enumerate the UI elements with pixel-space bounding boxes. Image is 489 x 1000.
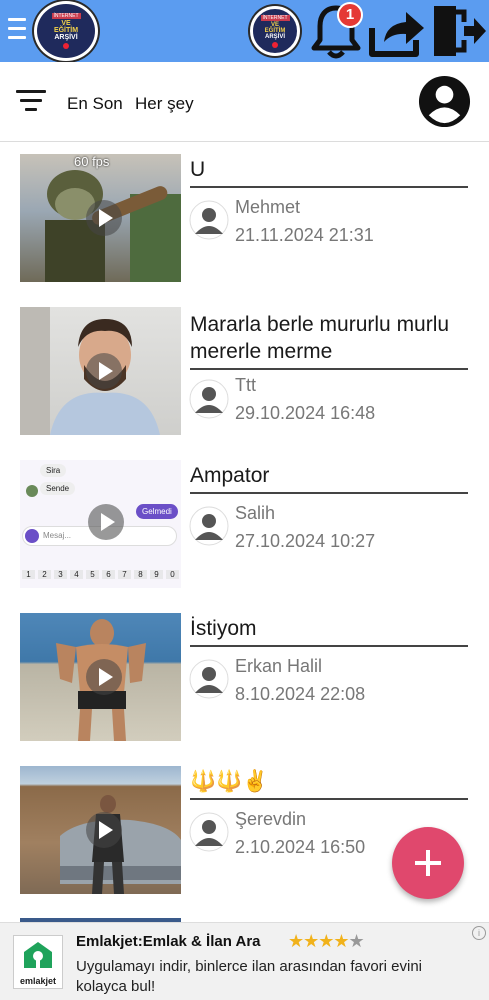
chat-input-placeholder: Mesaj... — [43, 531, 72, 540]
play-icon[interactable] — [86, 812, 122, 848]
top-app-bar: İNTERNET VE EĞİTİM ARŞİVİ İNTERNET VE EĞ… — [0, 0, 489, 62]
post-title[interactable]: Mararla berle mururlu murlu mererle merm… — [190, 311, 468, 370]
post-title[interactable]: 🔱🔱✌️ — [190, 768, 468, 800]
play-icon[interactable] — [86, 200, 122, 236]
ad-banner[interactable]: emlakjet Emlakjet:Emlak & İlan Ara ★★★★★… — [0, 922, 489, 1000]
chat-bubble: Sira — [40, 464, 67, 477]
exit-icon[interactable] — [430, 2, 488, 60]
ad-title[interactable]: Emlakjet:Emlak & İlan Ara — [76, 933, 261, 950]
ad-info-icon[interactable]: i — [472, 926, 486, 940]
post-item[interactable]: İstiyom Erkan Halil 8.10.2024 22:08 — [0, 601, 489, 741]
logo-text: ARŞİVİ — [264, 33, 285, 40]
post-title[interactable]: İstiyom — [190, 615, 468, 647]
add-post-button[interactable] — [392, 827, 464, 899]
key: 7 — [118, 570, 131, 579]
avatar-icon — [189, 506, 229, 546]
post-date: 29.10.2024 16:48 — [235, 403, 376, 423]
key: 1 — [22, 570, 35, 579]
logo-text: VE — [61, 20, 71, 27]
video-thumbnail[interactable] — [20, 766, 181, 894]
key: 5 — [86, 570, 99, 579]
ad-logo-text: emlakjet — [19, 976, 57, 986]
profile-icon[interactable] — [417, 74, 472, 129]
post-date: 27.10.2024 10:27 — [235, 531, 376, 551]
post-author: Şerevdin — [235, 809, 307, 829]
post-item[interactable]: 60 fps U Mehmet 21.11.2024 21:31 — [0, 142, 489, 282]
post-title[interactable]: Ampator — [190, 462, 468, 494]
sort-selector[interactable]: En Son — [67, 94, 123, 114]
post-author: Mehmet — [235, 197, 301, 217]
camera-icon — [25, 529, 39, 543]
post-title[interactable]: U — [190, 156, 468, 188]
video-thumbnail[interactable] — [20, 613, 181, 741]
key: 4 — [70, 570, 83, 579]
post-date: 8.10.2024 22:08 — [235, 684, 366, 704]
channel-logo-button[interactable]: İNTERNET VE EĞİTİM ARŞİVİ — [250, 6, 300, 56]
post-item[interactable]: Mararla berle mururlu murlu mererle merm… — [0, 295, 489, 435]
ad-description: Uygulamayı indir, binlerce ilan arasında… — [76, 958, 423, 995]
app-logo[interactable]: İNTERNET VE EĞİTİM ARŞİVİ — [34, 1, 98, 61]
key: 8 — [134, 570, 147, 579]
filter-icon[interactable] — [16, 90, 46, 112]
logo-dot — [272, 41, 278, 48]
key: 9 — [150, 570, 163, 579]
share-icon[interactable] — [366, 2, 428, 60]
post-date: 21.11.2024 21:31 — [235, 225, 374, 245]
avatar-icon — [189, 659, 229, 699]
avatar-icon — [189, 200, 229, 240]
notification-badge: 1 — [337, 2, 363, 28]
logo-dot — [63, 43, 69, 49]
fps-overlay: 60 fps — [74, 154, 110, 169]
key: 0 — [166, 570, 179, 579]
play-icon[interactable] — [86, 659, 122, 695]
post-date: 2.10.2024 16:50 — [235, 837, 366, 857]
post-item[interactable]: Sira Sende Gelmedi Mesaj... 1 2 3 4 5 6 … — [0, 448, 489, 588]
house-icon — [24, 942, 52, 968]
post-author: Erkan Halil — [235, 656, 323, 676]
logo-text: İNTERNET — [260, 14, 290, 21]
ad-app-logo[interactable]: emlakjet — [13, 935, 63, 989]
filter-bar: En Son Her şey — [0, 62, 489, 142]
video-thumbnail[interactable]: 60 fps — [20, 154, 181, 282]
chat-bubble: Sende — [40, 482, 76, 495]
post-author: Ttt — [235, 375, 256, 395]
key: 6 — [102, 570, 115, 579]
logo-text: İNTERNET — [51, 13, 81, 19]
scope-selector[interactable]: Her şey — [135, 94, 194, 114]
ad-rating-stars: ★★★★★ — [288, 931, 365, 951]
logo-text: EĞİTİM — [53, 27, 79, 34]
play-icon[interactable] — [86, 353, 122, 389]
avatar-icon — [189, 379, 229, 419]
logo-text: ARŞİVİ — [54, 34, 78, 41]
menu-icon[interactable] — [8, 18, 26, 42]
key: 3 — [54, 570, 67, 579]
keyboard-keys: 1 2 3 4 5 6 7 8 9 0 — [22, 570, 179, 579]
post-author: Salih — [235, 503, 276, 523]
video-thumbnail[interactable] — [20, 307, 181, 435]
avatar-icon — [189, 812, 229, 852]
chat-bubble: Gelmedi — [136, 504, 178, 519]
play-icon[interactable] — [88, 504, 124, 540]
key: 2 — [38, 570, 51, 579]
chat-avatar — [26, 485, 38, 497]
video-thumbnail[interactable]: Sira Sende Gelmedi Mesaj... 1 2 3 4 5 6 … — [20, 460, 181, 588]
